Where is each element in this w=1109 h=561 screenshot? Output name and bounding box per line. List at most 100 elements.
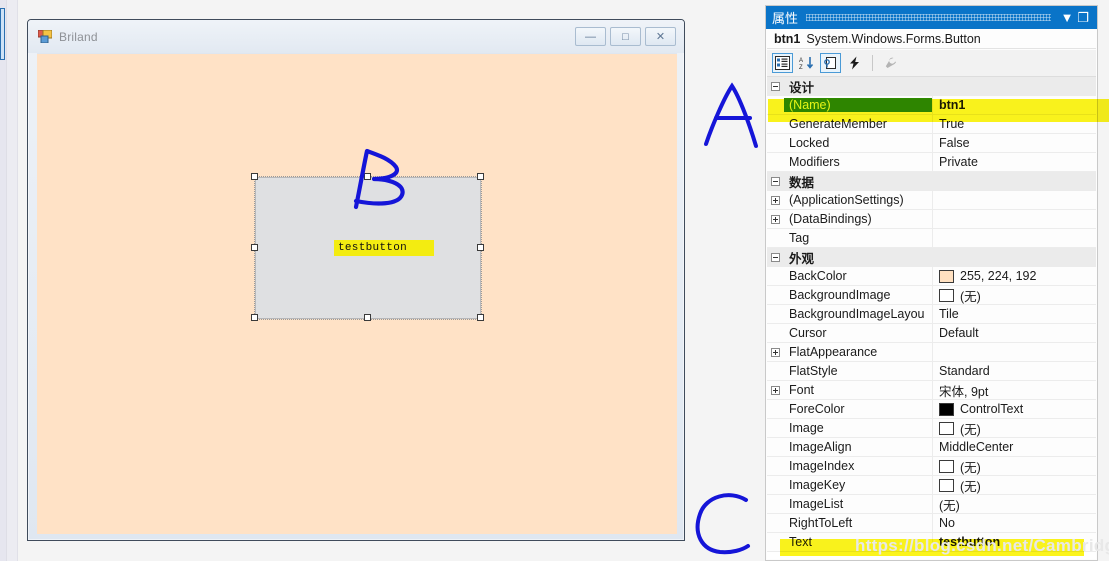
property-row[interactable]: RightToLeft No [767, 513, 1096, 533]
left-dock-tab[interactable] [0, 8, 5, 60]
property-name: FlatStyle [789, 364, 838, 378]
property-row[interactable]: ForeColor ControlText [767, 399, 1096, 419]
resize-handle-sw[interactable] [251, 314, 258, 321]
property-category-row[interactable]: 数据 [767, 172, 1096, 191]
events-button[interactable] [844, 53, 865, 73]
property-value-text: (无) [939, 498, 960, 513]
property-name: (DataBindings) [789, 212, 872, 226]
property-value[interactable]: ControlText [932, 399, 1096, 419]
property-value[interactable]: Standard [932, 361, 1096, 381]
property-row[interactable]: BackgroundImageLayou Tile [767, 304, 1096, 324]
minimize-button[interactable]: — [575, 27, 606, 46]
property-value[interactable]: (无) [932, 494, 1096, 514]
resize-handle-ne[interactable] [477, 173, 484, 180]
property-value[interactable] [932, 209, 1096, 229]
property-name: (Name) [784, 98, 932, 112]
property-value-text: (无) [960, 289, 981, 304]
close-button[interactable]: ✕ [645, 27, 676, 46]
property-name: 数据 [789, 176, 815, 190]
property-page-icon [824, 57, 836, 69]
property-category-row[interactable]: 外观 [767, 248, 1096, 267]
property-value[interactable]: (无) [932, 418, 1096, 438]
property-row[interactable]: ImageIndex (无) [767, 456, 1096, 476]
expand-icon[interactable] [767, 195, 784, 205]
left-dock-strip-secondary [7, 0, 18, 561]
property-name: Cursor [789, 326, 827, 340]
maximize-button[interactable]: □ [610, 27, 641, 46]
winform-icon [38, 30, 52, 43]
property-value[interactable]: Tile [932, 304, 1096, 324]
property-value[interactable]: No [932, 513, 1096, 533]
collapse-icon[interactable] [767, 253, 784, 262]
window-pin-icon[interactable]: ❐ [1075, 10, 1091, 26]
property-row[interactable]: GenerateMember True [767, 114, 1096, 134]
collapse-icon[interactable] [767, 177, 784, 186]
property-value-text: MiddleCenter [939, 440, 1014, 454]
properties-title-label: 属性 [772, 11, 799, 26]
property-row[interactable]: Locked False [767, 133, 1096, 153]
resize-handle-e[interactable] [477, 244, 484, 251]
property-row[interactable]: ImageList (无) [767, 494, 1096, 514]
property-row[interactable]: ImageAlign MiddleCenter [767, 437, 1096, 457]
property-value[interactable]: (无) [932, 475, 1096, 495]
property-value[interactable]: Default [932, 323, 1096, 343]
properties-toolbar: A Z [767, 50, 1096, 77]
property-value-text: (无) [960, 422, 981, 437]
property-row[interactable]: Font 宋体, 9pt [767, 380, 1096, 400]
toolbar-separator [872, 55, 873, 71]
properties-grid[interactable]: 设计 (Name) btn1 GenerateMember True Locked Fals… [767, 77, 1096, 559]
expand-icon[interactable] [767, 214, 784, 224]
property-pages-button[interactable] [880, 53, 901, 73]
property-value[interactable]: False [932, 133, 1096, 153]
property-row[interactable]: BackColor 255, 224, 192 [767, 266, 1096, 286]
property-category-row[interactable]: 设计 [767, 77, 1096, 96]
property-value[interactable]: (无) [932, 285, 1096, 305]
property-name: 设计 [789, 81, 815, 95]
property-value[interactable]: MiddleCenter [932, 437, 1096, 457]
resize-handle-w[interactable] [251, 244, 258, 251]
property-value[interactable]: btn1 [932, 95, 1096, 115]
properties-page-button[interactable] [820, 53, 841, 73]
property-row[interactable]: FlatAppearance [767, 342, 1096, 362]
properties-panel: 属性 ▼ ❐ btn1 System.Windows.Forms.Button [765, 5, 1098, 561]
form-titlebar[interactable]: Briland — □ ✕ [28, 20, 684, 53]
property-row[interactable]: Cursor Default [767, 323, 1096, 343]
chevron-down-icon[interactable]: ▼ [1059, 10, 1075, 26]
svg-text:A: A [799, 58, 803, 64]
designer-canvas[interactable]: Briland — □ ✕ testbutton [18, 0, 760, 561]
expand-icon[interactable] [767, 385, 784, 395]
property-value[interactable]: Private [932, 152, 1096, 172]
alphabetical-button[interactable]: A Z [796, 53, 817, 73]
property-value[interactable] [932, 228, 1096, 248]
property-row[interactable]: (DataBindings) [767, 209, 1096, 229]
property-row[interactable]: Tag [767, 228, 1096, 248]
property-row[interactable]: Image (无) [767, 418, 1096, 438]
categorized-button[interactable] [772, 53, 793, 73]
property-value[interactable] [932, 342, 1096, 362]
property-name: ImageKey [789, 478, 846, 492]
property-value-text: 宋体, 9pt [939, 384, 989, 399]
property-row[interactable]: (Name) btn1 [767, 95, 1096, 115]
property-value[interactable] [932, 190, 1096, 210]
property-name: Text [789, 535, 812, 549]
resize-handle-n[interactable] [364, 173, 371, 180]
property-value[interactable]: (无) [932, 456, 1096, 476]
property-row[interactable]: ImageKey (无) [767, 475, 1096, 495]
property-row[interactable]: Text testbutton [767, 532, 1096, 552]
property-row[interactable]: BackgroundImage (无) [767, 285, 1096, 305]
property-row[interactable]: (ApplicationSettings) [767, 190, 1096, 210]
collapse-icon[interactable] [767, 82, 784, 91]
property-value[interactable]: testbutton [932, 532, 1096, 552]
property-name: GenerateMember [789, 117, 887, 131]
resize-handle-s[interactable] [364, 314, 371, 321]
resize-handle-nw[interactable] [251, 173, 258, 180]
property-name: FlatAppearance [789, 345, 878, 359]
property-value[interactable]: True [932, 114, 1096, 134]
resize-handle-se[interactable] [477, 314, 484, 321]
property-value-text: 255, 224, 192 [960, 269, 1037, 283]
expand-icon[interactable] [767, 347, 784, 357]
property-row[interactable]: FlatStyle Standard [767, 361, 1096, 381]
property-row[interactable]: Modifiers Private [767, 152, 1096, 172]
property-value[interactable]: 宋体, 9pt [932, 380, 1096, 400]
property-value[interactable]: 255, 224, 192 [932, 266, 1096, 286]
